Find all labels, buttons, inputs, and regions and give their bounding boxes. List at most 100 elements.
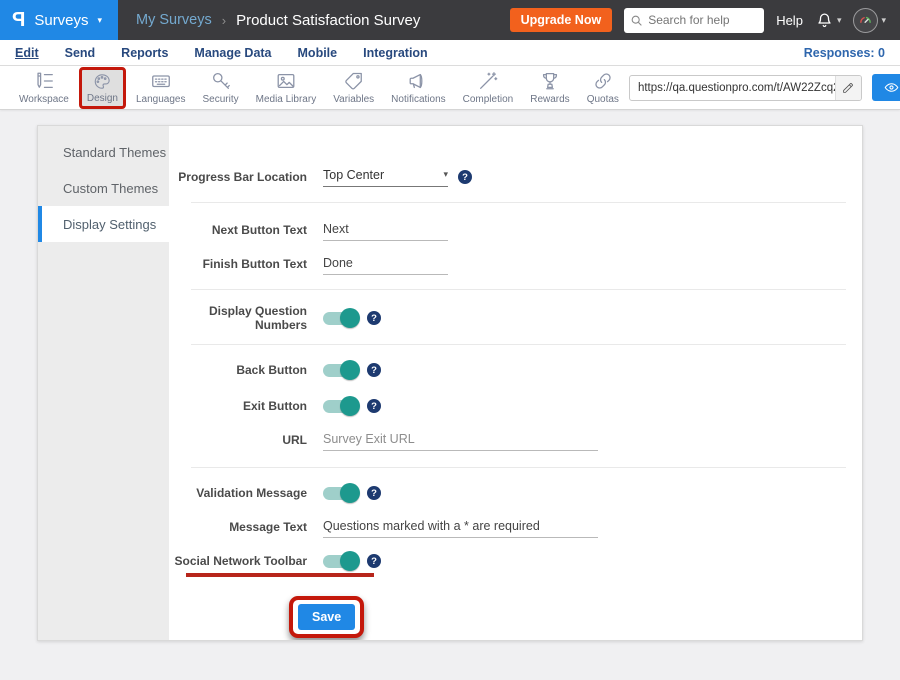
- magic-wand-icon: [477, 70, 499, 92]
- sidebar-item-custom-themes[interactable]: Custom Themes: [38, 170, 169, 206]
- chain-link-icon: [592, 70, 614, 92]
- design-sidebar: Standard Themes Custom Themes Display Se…: [38, 126, 169, 640]
- help-icon[interactable]: ?: [458, 170, 472, 184]
- back-button-row: Back Button ?: [169, 357, 862, 383]
- divider: [191, 289, 846, 290]
- toolbar-label: Languages: [136, 94, 186, 105]
- tag-icon: [343, 70, 365, 92]
- responses-count[interactable]: Responses: 0: [804, 46, 885, 60]
- message-text-row: Message Text: [169, 514, 862, 540]
- help-link[interactable]: Help: [776, 13, 803, 28]
- next-button-text-input[interactable]: [323, 220, 448, 241]
- display-question-numbers-toggle[interactable]: [323, 312, 357, 325]
- selected-option: Top Center: [323, 168, 384, 182]
- sidebar-item-display-settings[interactable]: Display Settings: [38, 206, 169, 242]
- toolbar-item-languages[interactable]: Languages: [129, 67, 193, 109]
- page-title: Product Satisfaction Survey: [236, 12, 420, 29]
- finish-button-text-label: Finish Button Text: [169, 257, 323, 271]
- toolbar-item-variables[interactable]: Variables: [326, 67, 381, 109]
- product-menu[interactable]: P Surveys ▾: [0, 0, 118, 40]
- divider: [191, 344, 846, 345]
- notifications-menu[interactable]: ▾: [815, 11, 842, 30]
- survey-url-field[interactable]: https://qa.questionpro.com/t/AW22Zcq2J: [629, 75, 862, 101]
- toolbar-label: Notifications: [391, 94, 445, 105]
- back-button-toggle[interactable]: [323, 364, 357, 377]
- trophy-icon: [539, 70, 561, 92]
- help-icon[interactable]: ?: [367, 311, 381, 325]
- product-menu-label: Surveys: [34, 12, 88, 29]
- gauge-icon: [857, 12, 874, 29]
- toolbar-item-notifications[interactable]: Notifications: [384, 67, 452, 109]
- validation-message-toggle[interactable]: [323, 487, 357, 500]
- edit-url-button[interactable]: [835, 76, 861, 100]
- save-button[interactable]: Save: [298, 604, 355, 630]
- workspace-icon: [33, 70, 55, 92]
- avatar: [853, 8, 878, 33]
- preview-button[interactable]: Preview: [872, 74, 900, 101]
- toolbar-label: Design: [87, 93, 118, 104]
- breadcrumb-my-surveys[interactable]: My Surveys: [136, 12, 212, 28]
- display-settings-panel: Progress Bar Location Top Center ▾ ? Nex…: [169, 126, 862, 640]
- exit-url-input[interactable]: [323, 430, 598, 451]
- finish-button-text-input[interactable]: [323, 254, 448, 275]
- bell-icon: [815, 11, 834, 30]
- chevron-down-icon: ▾: [881, 15, 886, 26]
- breadcrumb: My Surveys › Product Satisfaction Survey: [136, 12, 420, 29]
- tab-send[interactable]: Send: [65, 46, 96, 60]
- annotation-underline-social: [186, 573, 374, 577]
- social-network-toolbar-row: Social Network Toolbar ?: [169, 548, 862, 574]
- divider: [191, 467, 846, 468]
- social-network-toolbar-toggle[interactable]: [323, 555, 357, 568]
- breadcrumb-separator-icon: ›: [222, 13, 226, 28]
- top-header: P Surveys ▾ My Surveys › Product Satisfa…: [0, 0, 900, 40]
- toolbar-item-media-library[interactable]: Media Library: [249, 67, 324, 109]
- tab-reports[interactable]: Reports: [121, 46, 168, 60]
- exit-button-toggle[interactable]: [323, 400, 357, 413]
- sidebar-item-standard-themes[interactable]: Standard Themes: [38, 134, 169, 170]
- next-button-text-row: Next Button Text: [169, 217, 862, 243]
- social-network-toolbar-label: Social Network Toolbar: [169, 554, 323, 568]
- toolbar-item-completion[interactable]: Completion: [456, 67, 521, 109]
- account-menu[interactable]: ▾: [853, 8, 886, 33]
- next-button-text-label: Next Button Text: [169, 223, 323, 237]
- search-icon: [630, 14, 643, 27]
- tab-edit[interactable]: Edit: [15, 46, 39, 60]
- tab-manage-data[interactable]: Manage Data: [194, 46, 271, 60]
- help-icon[interactable]: ?: [367, 363, 381, 377]
- keyboard-icon: [150, 70, 172, 92]
- image-icon: [275, 70, 297, 92]
- toolbar-item-quotas[interactable]: Quotas: [580, 67, 626, 109]
- chevron-down-icon: ▾: [443, 169, 448, 180]
- questionpro-logo: P: [12, 9, 25, 32]
- exit-url-label: URL: [169, 433, 323, 447]
- help-icon[interactable]: ?: [367, 554, 381, 568]
- progress-bar-location-row: Progress Bar Location Top Center ▾ ?: [169, 164, 862, 190]
- design-settings-card: Standard Themes Custom Themes Display Se…: [37, 125, 863, 641]
- toolbar-item-rewards[interactable]: Rewards: [523, 67, 576, 109]
- toolbar-label: Rewards: [530, 94, 569, 105]
- toolbar-item-workspace[interactable]: Workspace: [12, 67, 76, 109]
- eye-icon: [884, 80, 899, 95]
- search-input[interactable]: [624, 8, 764, 33]
- megaphone-icon: [407, 70, 429, 92]
- help-icon[interactable]: ?: [367, 399, 381, 413]
- key-icon: [210, 70, 232, 92]
- tab-mobile[interactable]: Mobile: [298, 46, 338, 60]
- toolbar-label: Workspace: [19, 94, 69, 105]
- toolbar-item-security[interactable]: Security: [195, 67, 245, 109]
- toolbar-label: Variables: [333, 94, 374, 105]
- survey-nav: Edit Send Reports Manage Data Mobile Int…: [0, 40, 900, 66]
- survey-url-text: https://qa.questionpro.com/t/AW22Zcq2J: [630, 82, 835, 94]
- progress-bar-location-select[interactable]: Top Center ▾: [323, 168, 448, 187]
- annotation-box-save: Save: [289, 596, 364, 638]
- toolbar-label: Security: [202, 94, 238, 105]
- toolbar-label: Quotas: [587, 94, 619, 105]
- message-text-input[interactable]: [323, 517, 598, 538]
- toolbar-item-design[interactable]: Design: [79, 67, 126, 109]
- tab-integration[interactable]: Integration: [363, 46, 428, 60]
- help-icon[interactable]: ?: [367, 486, 381, 500]
- back-button-label: Back Button: [169, 363, 323, 377]
- display-question-numbers-label: Display Question Numbers: [169, 304, 323, 332]
- upgrade-now-button[interactable]: Upgrade Now: [510, 8, 613, 32]
- exit-button-label: Exit Button: [169, 399, 323, 413]
